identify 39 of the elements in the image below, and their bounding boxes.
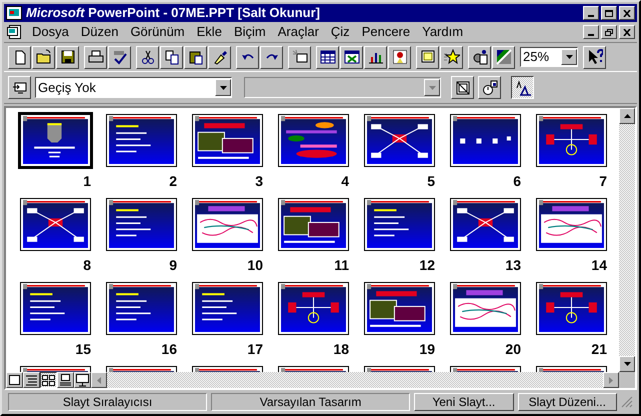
slide-number: 17 [246,341,264,357]
slide-number: 2 [168,173,178,189]
slide-number: 5 [426,173,436,189]
zoom-value: 25% [522,48,550,66]
menu-item[interactable]: Pencere [356,22,416,42]
window-title: Microsoft PowerPoint - 07ME.PPT [Salt Okunur] [26,4,320,22]
menu-item[interactable]: Biçim [228,22,272,42]
slide-number: 7 [598,173,608,189]
menu-item[interactable]: Araçlar [272,22,325,42]
menu-item[interactable]: Dosya [26,22,75,42]
menu-item[interactable]: Ekle [190,22,228,42]
status-button[interactable]: Slayt Düzeni... [518,393,618,411]
slide-number: 1 [82,173,92,189]
status-panel: Varsayılan Tasarım [211,393,410,411]
menu-item[interactable]: Yardım [416,22,470,42]
slide-number: 13 [504,257,522,273]
slide-number: 21 [590,341,608,357]
menu-item[interactable]: Görünüm [124,22,191,42]
menu-item[interactable]: Düzen [74,22,124,42]
slide-number: 9 [168,257,178,273]
zoom-dropdown[interactable]: 25% [520,47,578,67]
transition-effect-value: Geçiş Yok [37,78,97,97]
slide-number: 3 [254,173,264,189]
transition-effect-dropdown[interactable]: Geçiş Yok [35,77,232,98]
slide-number: 14 [590,257,608,273]
status-button[interactable]: Yeni Slayt... [414,393,514,411]
slide-number: 15 [74,341,92,357]
slide-number: 4 [340,173,350,189]
slide-number: 16 [160,341,178,357]
slide-number: 6 [512,173,522,189]
slide-number: 11 [333,257,350,273]
slide-number: 10 [246,257,264,273]
slide-number: 19 [418,341,436,357]
slide-number: 12 [418,257,436,273]
slide-number: 20 [504,341,522,357]
status-panel: Slayt Sıralayıcısı [8,393,208,411]
slide-number: 18 [332,341,350,357]
slide-number: 8 [82,257,92,273]
menu-item[interactable]: Çiz [324,22,356,42]
